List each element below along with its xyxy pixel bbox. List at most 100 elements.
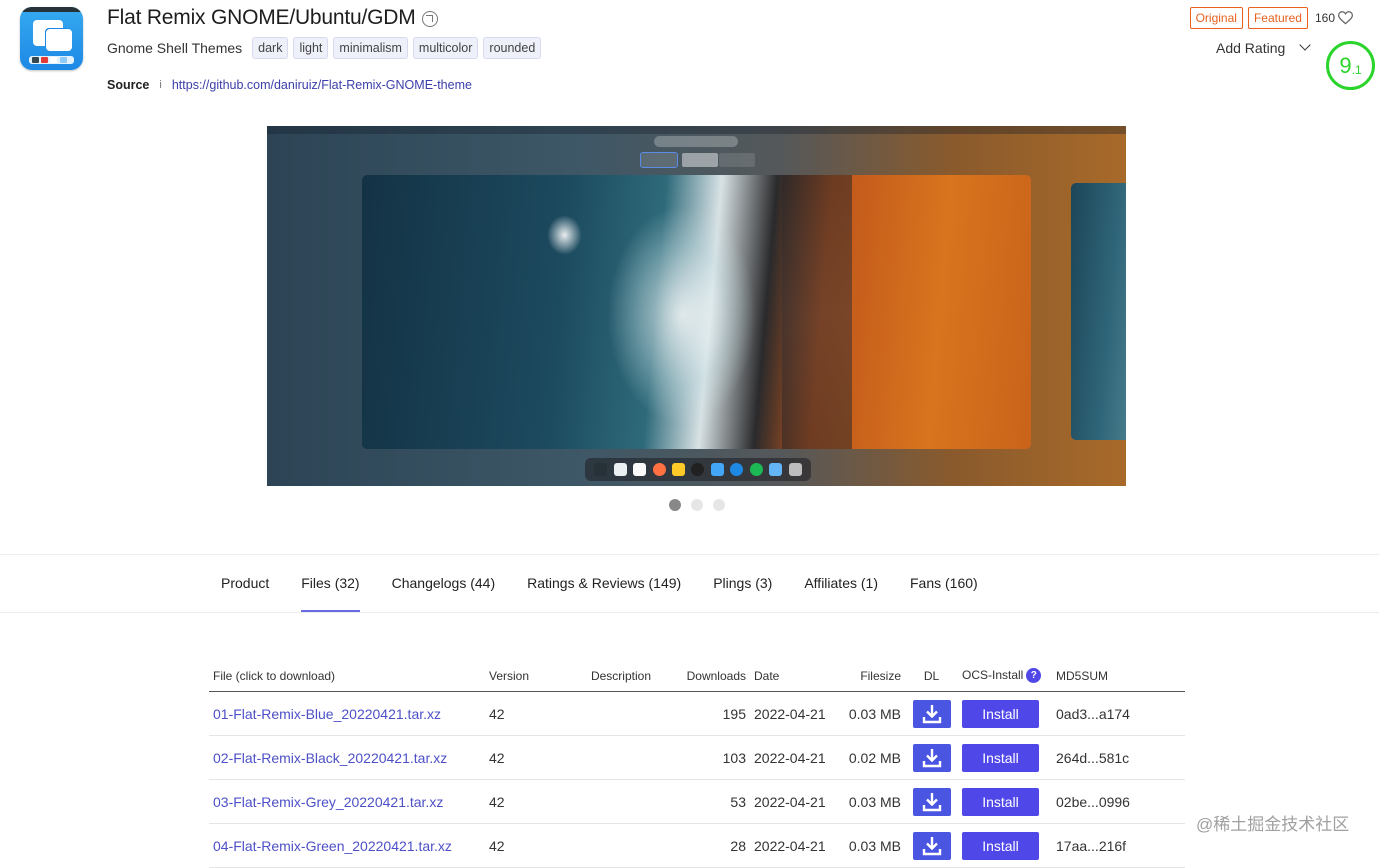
file-version: 42 [485,735,573,780]
file-md5: 17aa...216f [1052,823,1185,868]
tab-fans[interactable]: Fans (160) [910,555,978,612]
score-major: 9 [1339,52,1352,78]
header-file: File (click to download) [209,660,485,692]
files-table: File (click to download) Version Descrip… [209,660,1185,868]
download-icon [922,792,941,811]
screenshot-side-window [1071,183,1126,440]
gallery-dot-1[interactable] [669,499,681,511]
file-download-link[interactable]: 02-Flat-Remix-Black_20220421.tar.xz [213,750,447,766]
original-badge: Original [1189,7,1243,29]
header-version: Version [485,660,573,692]
tab-files[interactable]: Files (32) [301,555,360,612]
header-date: Date [750,660,830,692]
source-link[interactable]: https://github.com/daniruiz/Flat-Remix-G… [172,78,472,92]
tab-affiliates[interactable]: Affiliates (1) [804,555,878,612]
file-version: 42 [485,823,573,868]
install-button[interactable]: Install [962,743,1039,772]
header-ocs-install: OCS-Install? [958,660,1052,692]
likes-counter[interactable]: 160 [1315,11,1353,25]
tab-changelogs[interactable]: Changelogs (44) [392,555,496,612]
gallery-dot-2[interactable] [691,499,703,511]
add-rating-label: Add Rating [1216,40,1286,56]
install-button[interactable]: Install [962,787,1039,816]
download-button[interactable] [912,743,951,772]
file-date: 2022-04-21 [750,823,830,868]
table-row: 04-Flat-Remix-Green_20220421.tar.xz 42 2… [209,823,1185,868]
app-icon [20,7,83,70]
file-md5: 0ad3...a174 [1052,691,1185,736]
screenshot-gallery[interactable] [267,126,1126,486]
file-description [573,779,655,824]
category-row: Gnome Shell Themes dark light minimalism… [107,37,542,59]
tabs-bar: Product Files (32) Changelogs (44) Ratin… [0,554,1379,613]
file-md5: 264d...581c [1052,735,1185,780]
file-description [573,823,655,868]
file-download-link[interactable]: 01-Flat-Remix-Blue_20220421.tar.xz [213,706,441,722]
file-description [573,735,655,780]
header-md5sum: MD5SUM [1052,660,1185,692]
file-md5: 02be...0996 [1052,779,1185,824]
download-icon [922,748,941,767]
gallery-dot-3[interactable] [713,499,725,511]
tag-dark[interactable]: dark [252,37,289,59]
file-downloads: 28 [655,823,750,868]
category-link[interactable]: Gnome Shell Themes [107,40,242,56]
file-date: 2022-04-21 [750,691,830,736]
file-date: 2022-04-21 [750,779,830,824]
info-icon[interactable]: i [159,79,161,91]
download-icon [922,836,941,855]
chevron-down-icon [1299,39,1311,51]
table-header-row: File (click to download) Version Descrip… [209,660,1185,692]
header-dl: DL [905,660,958,692]
file-downloads: 195 [655,691,750,736]
tag-light[interactable]: light [293,37,329,59]
source-label: Source [107,78,150,92]
header-description: Description [573,660,655,692]
file-version: 42 [485,691,573,736]
table-row: 02-Flat-Remix-Black_20220421.tar.xz 42 1… [209,735,1185,780]
table-row: 01-Flat-Remix-Blue_20220421.tar.xz 42 19… [209,691,1185,736]
file-download-link[interactable]: 04-Flat-Remix-Green_20220421.tar.xz [213,838,452,854]
header-filesize: Filesize [830,660,905,692]
install-button[interactable]: Install [962,699,1039,728]
download-button[interactable] [912,831,951,860]
file-size: 0.03 MB [830,691,905,736]
source-row: Source i https://github.com/daniruiz/Fla… [107,78,472,92]
file-download-link[interactable]: 03-Flat-Remix-Grey_20220421.tar.xz [213,794,443,810]
page-title: Flat Remix GNOME/Ubuntu/GDM [107,6,416,29]
header-downloads: Downloads [655,660,750,692]
table-row: 03-Flat-Remix-Grey_20220421.tar.xz 42 53… [209,779,1185,824]
score-minor: .1 [1351,62,1362,77]
tab-product[interactable]: Product [221,555,269,612]
file-version: 42 [485,779,573,824]
tab-plings[interactable]: Plings (3) [713,555,772,612]
install-button[interactable]: Install [962,831,1039,860]
file-date: 2022-04-21 [750,735,830,780]
badges: Original Featured 160 [1189,7,1353,29]
file-size: 0.03 MB [830,823,905,868]
tag-rounded[interactable]: rounded [483,37,542,59]
external-link-icon[interactable] [421,11,438,27]
file-description [573,691,655,736]
heart-icon[interactable] [1338,11,1353,25]
file-size: 0.02 MB [830,735,905,780]
file-size: 0.03 MB [830,779,905,824]
gallery-pagination [669,499,725,511]
likes-count: 160 [1314,11,1335,25]
download-button[interactable] [912,787,951,816]
score-badge: 9 .1 [1326,41,1375,90]
header-ocs-label: OCS-Install [962,667,1024,682]
featured-badge: Featured [1247,7,1308,29]
file-downloads: 103 [655,735,750,780]
help-icon[interactable]: ? [1026,668,1042,684]
tab-ratings-reviews[interactable]: Ratings & Reviews (149) [527,555,681,612]
tag-multicolor[interactable]: multicolor [412,37,479,59]
download-button[interactable] [912,699,951,728]
tag-minimalism[interactable]: minimalism [333,37,408,59]
download-icon [922,704,941,723]
screenshot-main-window [362,175,1031,449]
add-rating-dropdown[interactable]: Add Rating [1216,39,1311,56]
screenshot-dock [585,458,811,481]
file-downloads: 53 [655,779,750,824]
watermark: @稀土掘金技术社区 [1196,815,1350,834]
